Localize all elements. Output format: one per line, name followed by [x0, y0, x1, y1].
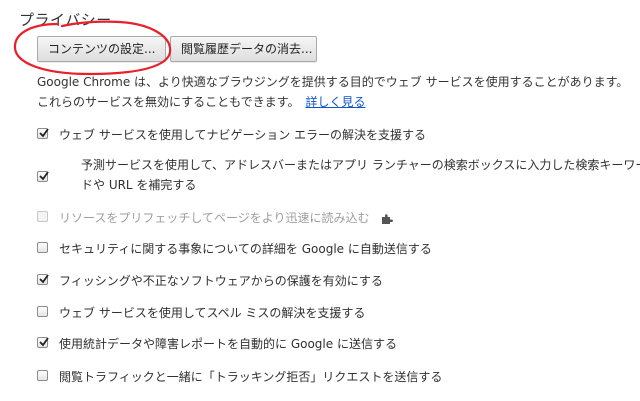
option-label: リソースをプリフェッチしてページをより迅速に読み込む [59, 211, 370, 225]
checkbox[interactable] [37, 370, 48, 381]
section-title: プライバシー [19, 11, 112, 29]
checkbox [37, 211, 48, 222]
checkmark-icon [39, 274, 49, 284]
checkmark-icon [39, 171, 49, 181]
checkbox[interactable] [37, 242, 48, 253]
clear-browsing-data-button[interactable]: 閲覧履歴データの消去... [170, 36, 317, 62]
option-label-wrap: リソースをプリフェッチしてページをより迅速に読み込む [59, 209, 394, 226]
option-label: フィッシングや不正なソフトウェアからの保護を有効にする [59, 274, 383, 288]
checkbox[interactable] [37, 274, 49, 285]
privacy-description: Google Chrome は、より快適なブラウジングを提供する目的でウェブ サ… [37, 72, 635, 112]
option-label: 閲覧トラフィックと一緒に「トラッキング拒否」リクエストを送信する [59, 370, 443, 384]
checkmark-icon [39, 128, 49, 138]
checkmark-icon [39, 337, 49, 347]
content-settings-button[interactable]: コンテンツの設定... [37, 36, 166, 62]
checkbox[interactable] [37, 128, 49, 139]
learn-more-link[interactable]: 詳しく見る [305, 95, 365, 109]
checkbox[interactable] [37, 337, 49, 348]
option-label: 予測サービスを使用して、アドレスバーまたはアプリ ランチャーの検索ボックスに入力… [81, 158, 640, 192]
puzzle-icon [382, 213, 394, 224]
option-label: 使用統計データや障害レポートを自動的に Google に送信する [59, 337, 397, 351]
option-prediction-service[interactable]: 予測サービスを使用して、アドレスバーまたはアプリ ランチャーの検索ボックスに入力… [37, 155, 640, 195]
option-label: セキュリティに関する事象についての詳細を Google に自動送信する [59, 242, 432, 256]
option-label: ウェブ サービスを使用してスペル ミスの解決を支援する [59, 306, 366, 320]
privacy-settings-page: プライバシー コンテンツの設定... 閲覧履歴データの消去... Google … [0, 0, 640, 401]
checkbox[interactable] [37, 306, 48, 317]
option-label: ウェブ サービスを使用してナビゲーション エラーの解決を支援する [59, 128, 427, 142]
checkbox[interactable] [37, 171, 49, 182]
